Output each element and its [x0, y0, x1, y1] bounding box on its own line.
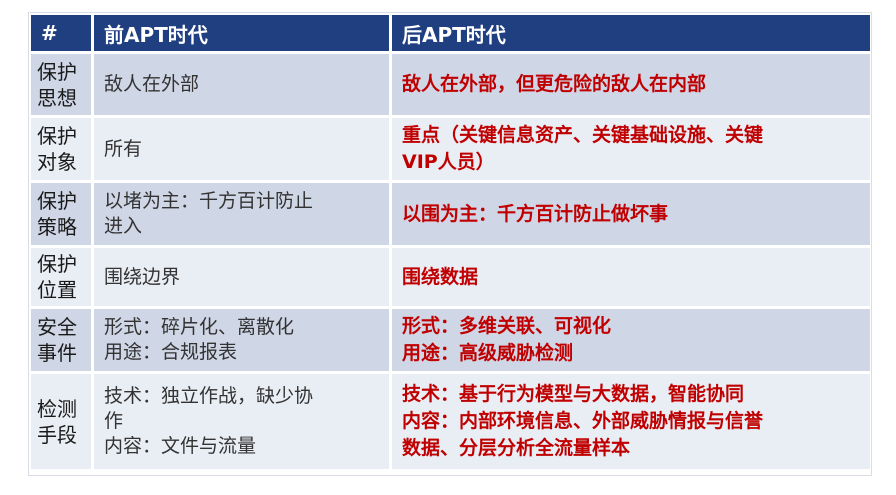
table-row: 保护 位置 围绕边界 围绕数据 [31, 248, 870, 306]
post-apt-text: VIP人员） [402, 151, 495, 173]
header-post-apt: 后APT时代 [392, 15, 870, 51]
pre-apt-text: 形式：碎片化、离散化 [104, 316, 295, 338]
post-apt-cell: 技术：基于行为模型与大数据，智能协同 内容：内部环境信息、外部威胁情报与信誉 数… [392, 374, 870, 469]
pre-apt-cell: 技术：独立作战，缺少协 作 内容：文件与流量 [94, 374, 389, 469]
pre-apt-text: 围绕边界 [104, 265, 181, 288]
post-apt-text: 围绕数据 [402, 265, 479, 288]
row-label: 保护 思想 [31, 54, 91, 115]
pre-apt-text: 敌人在外部 [104, 73, 200, 95]
pre-apt-text: 用途：合规报表 [104, 341, 238, 363]
pre-apt-text: 作 [104, 410, 124, 432]
table-row: 保护 对象 所有 重点（关键信息资产、关键基础设施、关键 VIP人员） [31, 118, 870, 180]
row-label: 检测 手段 [31, 374, 91, 469]
post-apt-cell: 敌人在外部，但更危险的敌人在内部 [392, 54, 870, 115]
pre-apt-cell: 以堵为主：千方百计防止 进入 [94, 183, 389, 245]
row-label-line: 保护 [37, 59, 77, 84]
row-label-line: 策略 [37, 215, 77, 239]
pre-apt-cell: 敌人在外部 [94, 54, 389, 115]
post-apt-text: 重点（关键信息资产、关键基础设施、关键 [402, 124, 764, 146]
row-label-line: 检测 [37, 396, 77, 421]
pre-apt-text: 进入 [104, 215, 143, 237]
pre-apt-cell: 围绕边界 [94, 248, 389, 306]
pre-apt-cell: 所有 [94, 118, 389, 180]
row-label: 保护 位置 [31, 248, 91, 306]
post-apt-text: 敌人在外部，但更危险的敌人在内部 [402, 73, 707, 95]
row-label-line: 事件 [37, 341, 77, 365]
header-index: # [31, 15, 91, 51]
row-label-line: 对象 [37, 150, 77, 174]
post-apt-text: 技术：基于行为模型与大数据，智能协同 [402, 383, 745, 405]
row-label: 保护 对象 [31, 118, 91, 180]
pre-apt-text: 所有 [104, 137, 143, 160]
row-label: 安全 事件 [31, 309, 91, 371]
row-label-line: 安全 [37, 315, 77, 339]
row-label-line: 思想 [37, 85, 77, 110]
post-apt-cell: 围绕数据 [392, 248, 870, 306]
table-row: 检测 手段 技术：独立作战，缺少协 作 内容：文件与流量 技术：基于行为模型与大… [31, 374, 870, 469]
pre-apt-text: 技术：独立作战，缺少协 [104, 385, 314, 407]
post-apt-text: 内容：内部环境信息、外部威胁情报与信誉 [402, 410, 764, 432]
table-row: 安全 事件 形式：碎片化、离散化 用途：合规报表 形式：多维关联、可视化 用途：… [31, 309, 870, 371]
post-apt-text: 形式：多维关联、可视化 [402, 315, 612, 337]
row-label-line: 手段 [37, 422, 77, 447]
row-label-line: 保护 [37, 189, 77, 213]
post-apt-cell: 以围为主：千方百计防止做坏事 [392, 183, 870, 245]
row-label-line: 保护 [37, 252, 77, 276]
pre-apt-text: 内容：文件与流量 [104, 435, 257, 457]
post-apt-cell: 形式：多维关联、可视化 用途：高级威胁检测 [392, 309, 870, 371]
row-label-line: 位置 [37, 278, 77, 302]
row-label-line: 保护 [37, 124, 77, 148]
post-apt-cell: 重点（关键信息资产、关键基础设施、关键 VIP人员） [392, 118, 870, 180]
row-label: 保护 策略 [31, 183, 91, 245]
pre-apt-cell: 形式：碎片化、离散化 用途：合规报表 [94, 309, 389, 371]
post-apt-text: 用途：高级威胁检测 [402, 342, 574, 364]
apt-comparison-table: # 前APT时代 后APT时代 保护 思想 敌人在外部 敌人在外部，但更危险的敌… [28, 12, 873, 472]
table-row: 保护 思想 敌人在外部 敌人在外部，但更危险的敌人在内部 [31, 54, 870, 115]
table-header-row: # 前APT时代 后APT时代 [31, 15, 870, 51]
post-apt-text: 以围为主：千方百计防止做坏事 [402, 202, 669, 225]
table-row: 保护 策略 以堵为主：千方百计防止 进入 以围为主：千方百计防止做坏事 [31, 183, 870, 245]
pre-apt-text: 以堵为主：千方百计防止 [104, 190, 314, 212]
header-pre-apt: 前APT时代 [94, 15, 389, 51]
post-apt-text: 数据、分层分析全流量样本 [402, 437, 631, 459]
